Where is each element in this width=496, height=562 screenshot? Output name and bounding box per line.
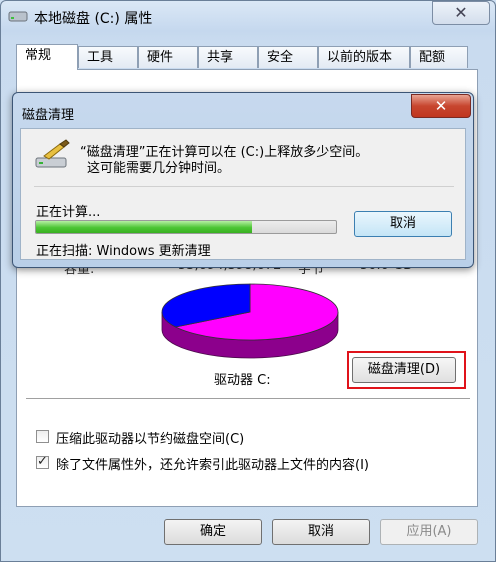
disk-cleanup-icon: [35, 139, 70, 168]
divider: [26, 398, 470, 399]
drive-icon: [8, 11, 28, 22]
window-close-button[interactable]: ✕: [432, 1, 490, 25]
tab-sharing[interactable]: 共享: [198, 46, 258, 68]
drive-label: 驱动器 C:: [214, 373, 271, 388]
tab-strip: 常规 工具 硬件 共享 安全 以前的版本 配额: [16, 44, 478, 70]
tab-security[interactable]: 安全: [258, 46, 318, 68]
check-mark-icon: ✓: [37, 454, 48, 469]
dialog-message-line2: 这可能需要几分钟时间。: [87, 161, 231, 176]
tab-previous-versions[interactable]: 以前的版本: [318, 46, 410, 68]
scanning-label: 正在扫描: Windows 更新清理: [36, 244, 211, 259]
tab-quota[interactable]: 配额: [410, 46, 468, 68]
index-checkbox-label[interactable]: 除了文件属性外，还允许索引此驱动器上文件的内容(I): [56, 454, 369, 473]
dialog-cancel-button[interactable]: 取消: [354, 211, 452, 237]
cancel-button[interactable]: 取消: [272, 519, 370, 545]
dialog-separator: [34, 186, 454, 187]
ok-button[interactable]: 确定: [164, 519, 262, 545]
calculating-label: 正在计算...: [36, 205, 101, 220]
progress-bar: [35, 220, 337, 234]
progress-bar-fill: [36, 221, 252, 233]
tab-general[interactable]: 常规: [16, 44, 78, 70]
compress-checkbox-label[interactable]: 压缩此驱动器以节约磁盘空间(C): [56, 428, 244, 447]
disk-usage-pie: [161, 283, 339, 359]
compress-checkbox[interactable]: [36, 430, 49, 443]
tab-hardware[interactable]: 硬件: [138, 46, 198, 68]
apply-button: 应用(A): [380, 519, 478, 545]
dialog-close-button[interactable]: ✕: [411, 94, 471, 118]
disk-cleanup-button[interactable]: 磁盘清理(D): [352, 357, 456, 383]
window-title: 本地磁盘 (C:) 属性: [34, 11, 153, 27]
tab-tools[interactable]: 工具: [78, 46, 138, 68]
dialog-title: 磁盘清理: [22, 108, 75, 123]
